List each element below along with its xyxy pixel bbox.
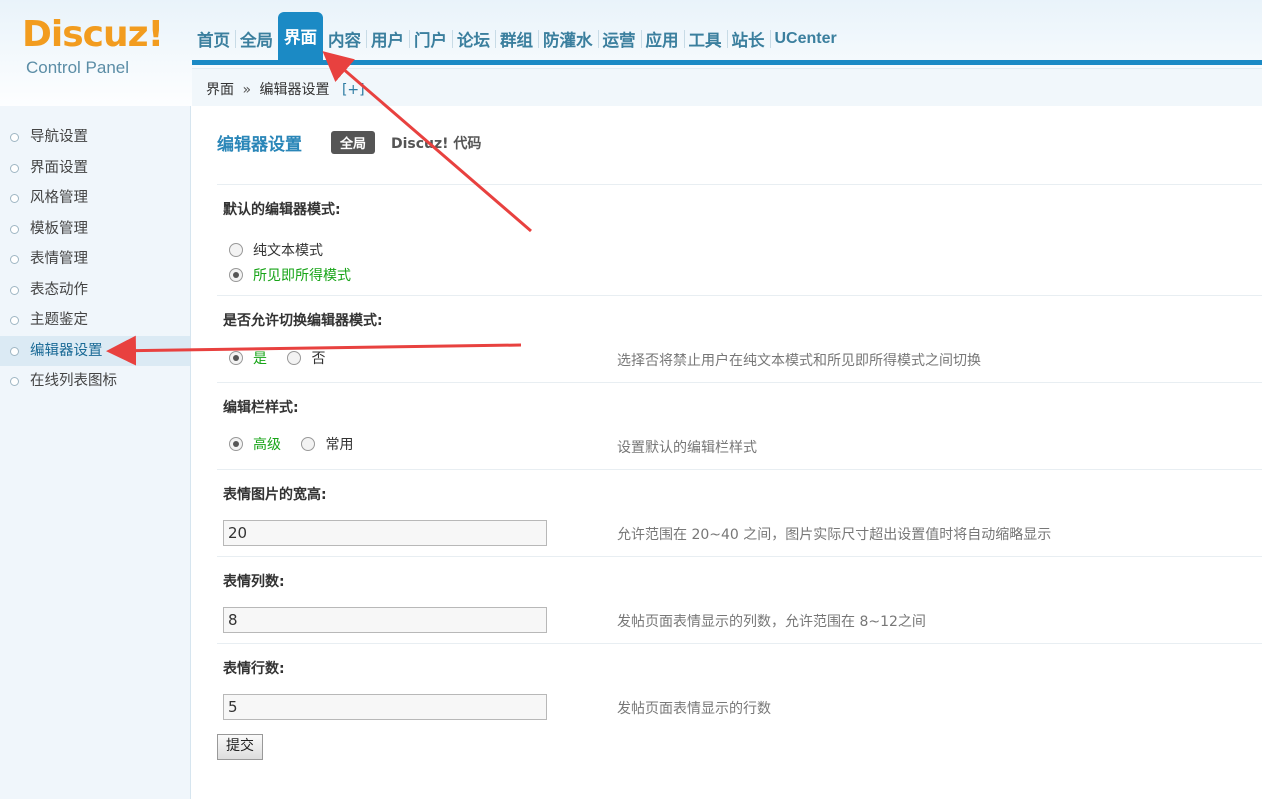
setting-label: 表情行数:	[223, 661, 285, 677]
setting-default-mode: 默认的编辑器模式: 纯文本模式 所见即所得模式	[217, 184, 1262, 295]
radio-common[interactable]: 常用	[301, 434, 353, 454]
setting-description: 允许范围在 20~40 之间，图片实际尺寸超出设置值时将自动缩略显示	[617, 527, 1052, 543]
setting-description: 发帖页面表情显示的行数	[617, 701, 771, 717]
sidebar-item-smiley-manage[interactable]: 表情管理	[0, 244, 190, 275]
nav-item-operation[interactable]: 运营	[597, 18, 641, 60]
nav-item-forum[interactable]: 论坛	[452, 18, 495, 60]
breadcrumb-section[interactable]: 界面	[206, 82, 234, 98]
logo-brand: Discuz!	[22, 14, 164, 55]
breadcrumb-page: 编辑器设置	[259, 82, 330, 98]
logo[interactable]: Discuz! Control Panel	[0, 0, 186, 100]
nav-item-antispam[interactable]: 防灌水	[538, 18, 598, 60]
sidebar-item-editor-settings[interactable]: 编辑器设置	[0, 335, 190, 366]
setting-description: 选择否将禁止用户在纯文本模式和所见即所得模式之间切换	[617, 353, 981, 369]
sidebar-item-online-icons[interactable]: 在线列表图标	[0, 366, 190, 397]
tab-global[interactable]: 全局	[331, 131, 376, 154]
setting-label: 默认的编辑器模式:	[223, 202, 341, 218]
smiley-size-input[interactable]: 20	[223, 520, 547, 546]
nav-item-global[interactable]: 全局	[235, 18, 278, 60]
setting-allow-switch: 是否允许切换编辑器模式: 是 否 选择否将禁止用户在纯文本模式和所见即所得模式之…	[217, 295, 1262, 382]
radio-circle-icon	[229, 351, 243, 365]
nav-item-content[interactable]: 内容	[323, 18, 366, 60]
header: Discuz! Control Panel 首页 全局 界面 内容 用户 门户 …	[0, 0, 1262, 107]
radio-advanced[interactable]: 高级	[229, 434, 281, 454]
radio-yes[interactable]: 是	[229, 348, 267, 368]
sidebar-item-template-manage[interactable]: 模板管理	[0, 214, 190, 245]
nav-underline	[192, 60, 1262, 65]
setting-label: 是否允许切换编辑器模式:	[223, 313, 383, 329]
radio-circle-icon	[287, 351, 302, 365]
nav-item-ucenter[interactable]: UCenter	[769, 18, 842, 60]
nav-item-users[interactable]: 用户	[366, 18, 409, 60]
setting-smiley-size: 表情图片的宽高: 20 允许范围在 20~40 之间，图片实际尺寸超出设置值时将…	[217, 469, 1262, 556]
nav-item-portal[interactable]: 门户	[409, 18, 452, 60]
logo-subtitle: Control Panel	[26, 58, 130, 77]
main-content: 编辑器设置 全局 Discuz! 代码 默认的编辑器模式: 纯文本模式 所见即所…	[191, 106, 1262, 799]
sidebar-item-nav-settings[interactable]: 导航设置	[0, 122, 190, 153]
nav-item-tools[interactable]: 工具	[683, 18, 727, 60]
setting-smiley-cols: 表情列数: 8 发帖页面表情显示的列数，允许范围在 8~12之间	[217, 556, 1262, 643]
nav-item-group[interactable]: 群组	[495, 18, 538, 60]
radio-circle-icon	[229, 437, 243, 451]
page-title: 编辑器设置	[217, 135, 302, 155]
radio-wysiwyg-mode[interactable]: 所见即所得模式	[229, 265, 351, 285]
sidebar-item-click-actions[interactable]: 表态动作	[0, 275, 190, 306]
setting-description: 设置默认的编辑栏样式	[617, 440, 757, 456]
breadcrumb: 界面 » 编辑器设置 [+]	[192, 68, 1262, 107]
nav-item-apps[interactable]: 应用	[640, 18, 684, 60]
sidebar-item-thread-stamp[interactable]: 主题鉴定	[0, 305, 190, 336]
radio-circle-icon	[229, 268, 243, 282]
setting-label: 表情列数:	[223, 574, 285, 590]
setting-label: 编辑栏样式:	[223, 400, 299, 416]
smiley-rows-input[interactable]: 5	[223, 694, 547, 720]
nav-item-home[interactable]: 首页	[192, 18, 235, 60]
submit-button[interactable]: 提交	[217, 734, 263, 760]
setting-description: 发帖页面表情显示的列数，允许范围在 8~12之间	[617, 614, 926, 630]
top-nav: 首页 全局 界面 内容 用户 门户 论坛 群组 防灌水 运营 应用 工具 站长 …	[192, 12, 842, 60]
smiley-cols-input[interactable]: 8	[223, 607, 547, 633]
nav-item-interface[interactable]: 界面	[278, 12, 323, 60]
radio-circle-icon	[301, 437, 316, 451]
radio-circle-icon	[229, 243, 243, 257]
setting-toolbar-style: 编辑栏样式: 高级 常用 设置默认的编辑栏样式	[217, 382, 1262, 469]
radio-no[interactable]: 否	[287, 348, 325, 368]
radio-plain-text-mode[interactable]: 纯文本模式	[229, 240, 323, 260]
sidebar: 导航设置 界面设置 风格管理 模板管理 表情管理 表态动作 主题鉴定 编辑器设置…	[0, 106, 191, 799]
tab-discuz-code[interactable]: Discuz! 代码	[391, 133, 481, 153]
nav-item-admin[interactable]: 站长	[726, 18, 770, 60]
sidebar-item-style-manage[interactable]: 风格管理	[0, 183, 190, 214]
setting-smiley-rows: 表情行数: 5 发帖页面表情显示的行数	[217, 643, 1262, 730]
breadcrumb-toggle-button[interactable]: [+]	[342, 82, 365, 98]
setting-label: 表情图片的宽高:	[223, 487, 327, 503]
sidebar-item-interface-settings[interactable]: 界面设置	[0, 153, 190, 184]
breadcrumb-separator: »	[242, 82, 252, 98]
